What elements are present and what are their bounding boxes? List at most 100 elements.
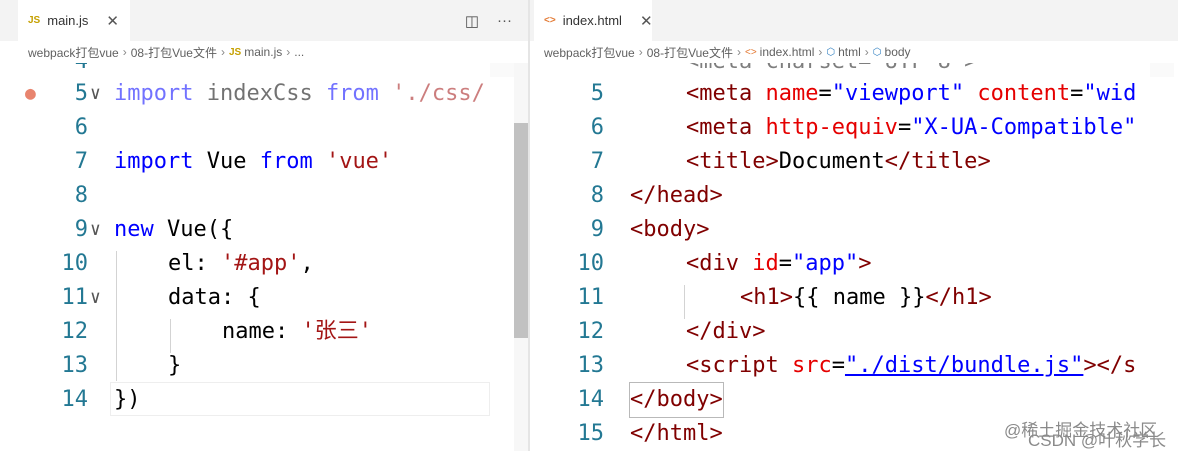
line-number: 12	[61, 319, 89, 344]
code-text: <div id="app">	[686, 251, 872, 276]
left-editor-pane: JS main.js ✕ ◫ ··· webpack打包vue › 08-打包V…	[0, 0, 528, 451]
breadcrumb-node-html[interactable]: html	[838, 45, 861, 59]
indent-guide	[170, 319, 171, 353]
breadcrumb: webpack打包vue › 08-打包Vue文件 › <> index.htm…	[530, 41, 1178, 63]
more-actions-icon[interactable]: ···	[497, 12, 512, 29]
chevron-right-icon: ›	[818, 45, 823, 59]
html-element-icon: ⬡	[872, 46, 882, 58]
line-number: 13	[577, 353, 605, 378]
minimap[interactable]	[1150, 63, 1174, 77]
line-number: 15	[577, 421, 605, 446]
code-text: </html>	[630, 421, 723, 446]
code-line-5: 5 <meta name="viewport" content="wid	[530, 77, 1137, 111]
html-file-icon: <>	[544, 15, 556, 26]
code-text: <script src="./dist/bundle.js"></s	[686, 353, 1137, 378]
code-text: <title>Document</title>	[686, 149, 991, 174]
line-number: 11	[577, 285, 605, 310]
breadcrumb-subfolder[interactable]: 08-打包Vue文件	[647, 44, 733, 61]
tab-label: index.html	[562, 13, 622, 28]
code-text: import Vue from 'vue'	[114, 149, 393, 174]
chevron-right-icon: ›	[638, 45, 643, 59]
chevron-right-icon: ›	[864, 45, 869, 59]
code-line-12: 12 </div>	[530, 315, 766, 349]
close-icon[interactable]: ✕	[640, 12, 653, 30]
chevron-down-icon[interactable]: ∨	[90, 281, 101, 315]
current-line-highlight	[110, 382, 490, 416]
line-number: 8	[74, 183, 88, 208]
code-text: el: '#app',	[168, 251, 314, 276]
line-number: 11	[61, 285, 89, 310]
line-number: 7	[590, 149, 604, 174]
right-tab-bar: <> index.html ✕	[530, 0, 1178, 41]
code-text: })	[114, 387, 141, 412]
javascript-file-icon: JS	[228, 46, 242, 58]
code-editor-index-html[interactable]: <meta charset="UTF-8"> 5 <meta name="vie…	[530, 63, 1178, 451]
tab-main-js[interactable]: JS main.js ✕	[18, 0, 130, 41]
code-line-5: ● 5 ∨ import indexCss from './css/	[0, 77, 485, 111]
breadcrumb-file[interactable]: index.html	[760, 45, 815, 59]
breadcrumb-subfolder[interactable]: 08-打包Vue文件	[131, 44, 217, 61]
line-number: 12	[577, 319, 605, 344]
scrollbar-thumb[interactable]	[514, 123, 528, 338]
code-line-8: 8	[0, 179, 88, 213]
chevron-right-icon: ›	[220, 45, 225, 59]
breadcrumb: webpack打包vue › 08-打包Vue文件 › JS main.js ›…	[0, 41, 528, 63]
split-editor-icon[interactable]: ◫	[465, 12, 479, 30]
code-line-12: 12 name: '张三'	[0, 315, 372, 349]
editor-actions: ◫ ···	[465, 0, 512, 41]
line-number: 5	[590, 81, 604, 106]
line-number: 10	[577, 251, 605, 276]
code-text: </head>	[630, 183, 723, 208]
minimap[interactable]	[490, 63, 514, 77]
code-text: </body>	[629, 382, 724, 418]
html-element-icon: ⬡	[826, 46, 836, 58]
code-line-9: 9 ∨ new Vue({	[0, 213, 233, 247]
code-text: name: '张三'	[222, 319, 372, 344]
code-line-7: 7 import Vue from 'vue'	[0, 145, 392, 179]
code-text: }	[168, 353, 182, 378]
breadcrumb-file[interactable]: main.js	[244, 45, 282, 59]
close-icon[interactable]: ✕	[106, 12, 119, 30]
code-line-9: 9 <body>	[530, 213, 710, 247]
breadcrumb-folder[interactable]: webpack打包vue	[28, 44, 119, 61]
line-number: 13	[61, 353, 89, 378]
chevron-down-icon[interactable]: ∨	[90, 213, 101, 247]
code-text: import indexCss from './css/	[114, 81, 485, 106]
breadcrumb-node-body[interactable]: body	[885, 45, 911, 59]
code-text: </div>	[686, 319, 766, 344]
chevron-right-icon: ›	[286, 45, 291, 59]
code-line-14: 14 })	[0, 383, 141, 417]
code-line-10: 10 el: '#app',	[0, 247, 314, 281]
code-text: new Vue({	[114, 217, 234, 242]
indent-guide	[684, 285, 685, 319]
code-line-15: 15 </html>	[530, 417, 723, 451]
vertical-scrollbar[interactable]	[514, 63, 528, 451]
line-number: 9	[74, 217, 88, 242]
tab-index-html[interactable]: <> index.html ✕	[534, 0, 653, 41]
line-number: 9	[590, 217, 604, 242]
code-editor-main-js[interactable]: 4 ● 5 ∨ import indexCss from './css/ 6 7…	[0, 63, 528, 451]
chevron-down-icon[interactable]: ∨	[90, 77, 101, 111]
code-text: <h1>{{ name }}</h1>	[740, 285, 992, 310]
code-text: <body>	[630, 217, 710, 242]
line-number: 6	[74, 115, 88, 140]
line-number: 14	[577, 387, 605, 412]
line-number: 10	[61, 251, 89, 276]
code-line-11: 11 <h1>{{ name }}</h1>	[530, 281, 992, 315]
code-line-8: 8 </head>	[530, 179, 723, 213]
line-number: 5	[74, 81, 88, 106]
code-line-14: 14 </body>	[530, 382, 724, 418]
code-text: <meta name="viewport" content="wid	[686, 81, 1137, 106]
indent-guide	[116, 251, 117, 381]
line-number: 8	[590, 183, 604, 208]
breadcrumb-trail[interactable]: ...	[294, 45, 304, 59]
line-number: 6	[590, 115, 604, 140]
right-editor-pane: <> index.html ✕ webpack打包vue › 08-打包Vue文…	[530, 0, 1178, 451]
code-line-10: 10 <div id="app">	[530, 247, 872, 281]
code-line-11: 11 ∨ data: {	[0, 281, 261, 315]
breadcrumb-folder[interactable]: webpack打包vue	[544, 44, 635, 61]
code-line-7: 7 <title>Document</title>	[530, 145, 991, 179]
code-line-6: 6 <meta http-equiv="X-UA-Compatible"	[530, 111, 1137, 145]
code-line-13: 13 }	[0, 349, 182, 383]
code-line-13: 13 <script src="./dist/bundle.js"></s	[530, 349, 1137, 383]
